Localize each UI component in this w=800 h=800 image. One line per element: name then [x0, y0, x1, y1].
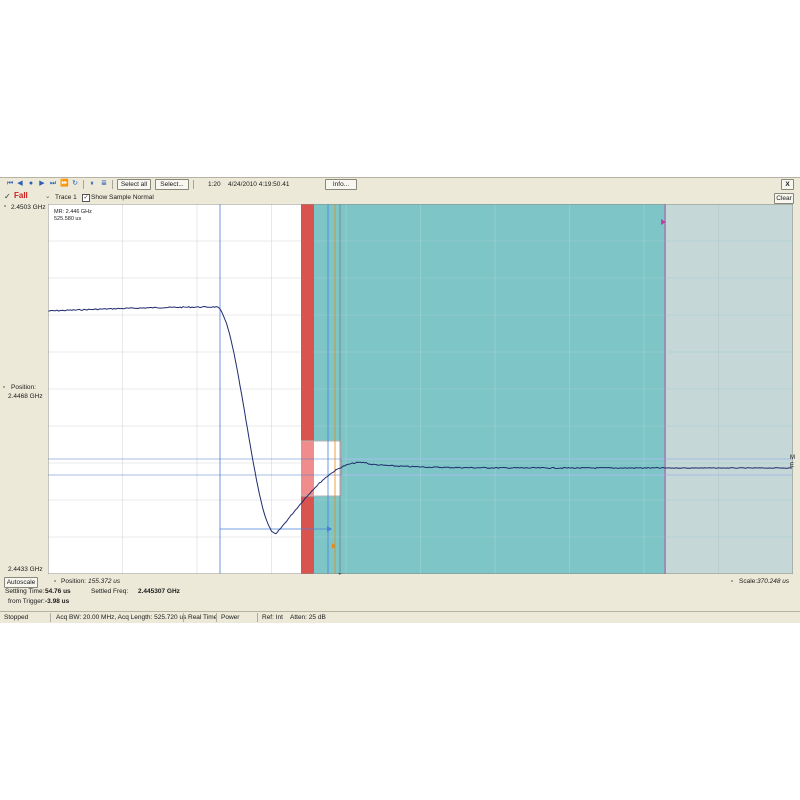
from-trigger-label: from Trigger: [8, 598, 45, 605]
x-position-label: Position: [61, 578, 86, 585]
fast-forward-icon[interactable]: ⏩ [60, 180, 69, 188]
toolbar: ⏮ ◀ ● ▶ ⏭ ⏩ ↻ ⏸ ≣ Select all Select... 1… [0, 177, 800, 192]
tolerance-box-fail [301, 441, 314, 496]
check-icon: ✓ [4, 192, 11, 201]
next-icon[interactable]: ⏭ [49, 180, 57, 188]
status-separator [183, 613, 184, 622]
record-index: 1:20 [208, 181, 221, 188]
toolbar-separator [112, 180, 113, 189]
scale-label: Scale: [739, 578, 758, 585]
x-position-dot-icon[interactable]: ▫ [54, 578, 56, 586]
close-button[interactable]: X [781, 179, 794, 190]
record-icon[interactable]: ● [27, 180, 35, 188]
chevron-down-icon[interactable]: ⌄ [45, 193, 50, 201]
list-icon[interactable]: ≣ [100, 180, 108, 188]
status-separator [50, 613, 51, 622]
toolbar-separator [193, 180, 194, 189]
measurement-result: Fall [14, 191, 28, 200]
select-button[interactable]: Select... [155, 179, 189, 190]
fail-band [301, 204, 314, 574]
pause-icon[interactable]: ⏸ [88, 180, 96, 188]
toolbar-separator [83, 180, 84, 189]
clear-button[interactable]: Clear [774, 193, 794, 204]
select-all-button[interactable]: Select all [117, 179, 151, 190]
scale-value[interactable]: 370.248 us [757, 578, 789, 586]
status-separator [257, 613, 258, 622]
refresh-icon[interactable]: ↻ [71, 180, 79, 188]
trace-bar: ✓ Fall ⌄ Trace 1 ✓ Show Sample Normal Cl… [0, 191, 800, 204]
marker-readout-time: 525.580 us [54, 216, 81, 222]
first-icon[interactable]: ⏮ [6, 180, 14, 188]
play-icon[interactable]: ▶ [38, 180, 46, 188]
acquisition-settings[interactable]: Acq BW: 20.00 MHz, Acq Length: 525.720 u… [56, 613, 186, 622]
x-position-value[interactable]: 155.372 us [88, 578, 120, 586]
acquisition-mode[interactable]: Real Time [188, 613, 217, 622]
y-position-label: Position: [11, 384, 36, 391]
settling-time-value: 54.76 us [45, 588, 71, 595]
power-status[interactable]: Power [221, 613, 239, 622]
right-marker-strip: M E [790, 204, 800, 576]
y-position-value[interactable]: 2.4468 GHz [8, 393, 43, 401]
status-bar: Stopped Acq BW: 20.00 MHz, Acq Length: 5… [0, 611, 800, 623]
info-button[interactable]: Info... [325, 179, 357, 190]
right-marker-m[interactable]: M [790, 454, 795, 462]
trace-selector[interactable]: Trace 1 [55, 194, 77, 202]
marker-readout-freq: MR: 2.446 GHz [54, 209, 92, 215]
signal-analyzer-window: ⏮ ◀ ● ▶ ⏭ ⏩ ↻ ⏸ ≣ Select all Select... 1… [0, 177, 800, 623]
frequency-vs-time-plot[interactable]: MR: 2.446 GHz 525.580 us [48, 204, 793, 574]
y-axis: ▫ 2.4503 GHz ▫ Position: 2.4468 GHz 2.44… [0, 203, 48, 576]
show-label: Show [91, 194, 108, 201]
settled-freq-value: 2.445307 GHz [138, 588, 180, 595]
y-axis-bottom-label[interactable]: 2.4433 GHz [8, 566, 43, 574]
measurement-panel: Autoscale ▫ Position: 155.372 us ▫ Scale… [0, 575, 800, 611]
scale-dot-icon[interactable]: ▫ [731, 578, 733, 586]
settling-time-label: Settling Time: [5, 588, 45, 595]
settled-freq-label: Settled Freq: [91, 588, 129, 595]
y-axis-top-label[interactable]: 2.4503 GHz [11, 204, 46, 212]
plot-container: ▫ 2.4503 GHz ▫ Position: 2.4468 GHz 2.44… [0, 203, 800, 580]
autoscale-button[interactable]: Autoscale [4, 577, 38, 588]
y-axis-top-dot-icon[interactable]: ▫ [4, 203, 6, 211]
prev-icon[interactable]: ◀ [16, 180, 24, 188]
from-trigger-value: -3.98 us [45, 598, 70, 605]
acquisition-state: Stopped [4, 614, 29, 621]
detection-mode: Sample Normal [109, 194, 154, 201]
position-dot-icon[interactable]: ▫ [3, 384, 5, 392]
show-checkbox[interactable]: ✓ [82, 194, 90, 202]
attenuation-status[interactable]: Atten: 25 dB [290, 613, 326, 622]
reference-status[interactable]: Ref: Int [262, 613, 283, 622]
right-marker-e[interactable]: E [790, 462, 794, 470]
record-timestamp: 4/24/2010 4:19:50.41 [228, 181, 290, 188]
status-separator [216, 613, 217, 622]
